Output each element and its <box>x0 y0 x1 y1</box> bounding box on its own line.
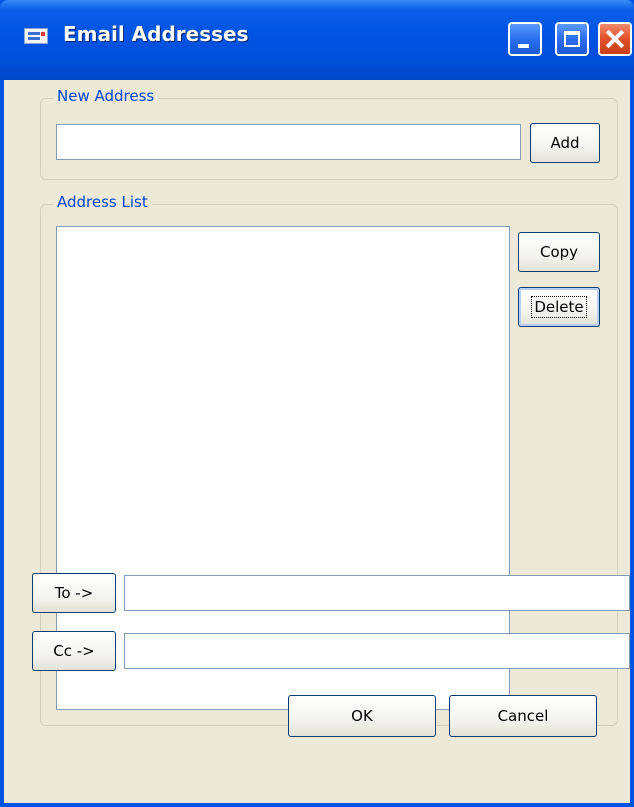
address-list-label: Address List <box>53 193 152 211</box>
copy-button[interactable]: Copy <box>518 232 600 272</box>
delete-button[interactable]: Delete <box>518 287 600 327</box>
new-address-label: New Address <box>53 87 159 105</box>
to-button[interactable]: To -> <box>32 573 116 613</box>
new-address-input[interactable] <box>56 124 521 160</box>
dialog-window: Email Addresses New Address Add Address … <box>0 0 634 807</box>
to-button-label: To -> <box>54 584 94 602</box>
minimize-button[interactable] <box>508 22 542 56</box>
delete-button-label: Delete <box>531 296 587 318</box>
ok-button-label: OK <box>351 707 373 725</box>
add-button[interactable]: Add <box>530 123 600 163</box>
cc-button-label: Cc -> <box>53 642 95 660</box>
ok-button[interactable]: OK <box>288 695 436 737</box>
close-button[interactable] <box>598 22 632 56</box>
window-title: Email Addresses <box>63 22 249 46</box>
cc-button[interactable]: Cc -> <box>32 631 116 671</box>
to-field[interactable] <box>124 575 630 611</box>
minimize-icon <box>518 44 529 48</box>
title-bar[interactable]: Email Addresses <box>0 0 634 80</box>
copy-button-label: Copy <box>539 243 579 261</box>
maximize-icon <box>564 31 580 47</box>
cancel-button-label: Cancel <box>497 707 549 725</box>
email-list-icon <box>24 28 48 44</box>
maximize-button[interactable] <box>555 22 589 56</box>
add-button-label: Add <box>550 134 580 152</box>
cc-field[interactable] <box>124 633 630 669</box>
dialog-body: New Address Add Address List Copy Delete… <box>4 80 630 803</box>
close-icon <box>600 24 630 54</box>
cancel-button[interactable]: Cancel <box>449 695 597 737</box>
